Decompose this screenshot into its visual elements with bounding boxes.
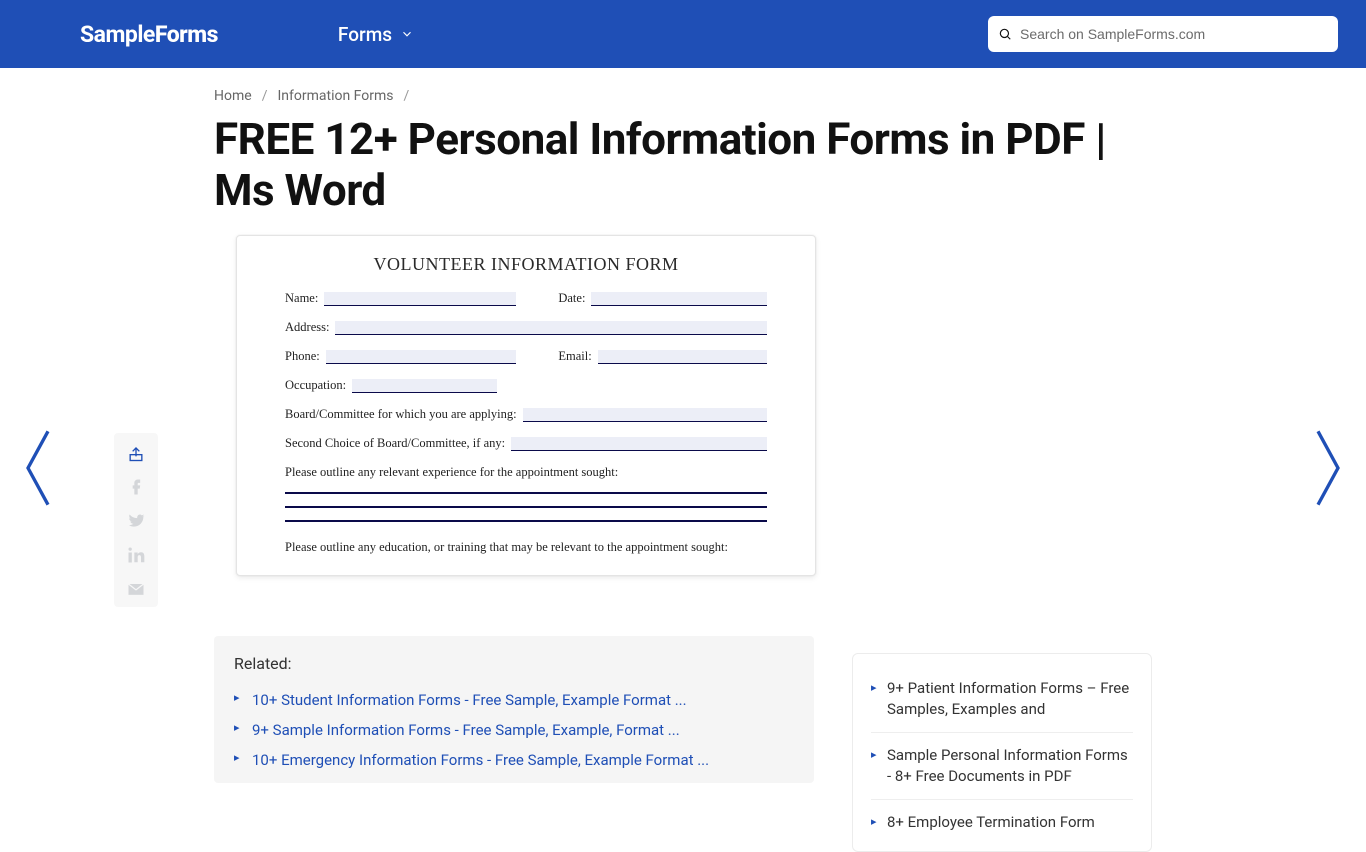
field-date (591, 292, 767, 306)
form-heading: VOLUNTEER INFORMATION FORM (285, 254, 767, 275)
facebook-icon[interactable] (126, 477, 146, 497)
crumb-category[interactable]: Information Forms (277, 88, 393, 104)
related-link[interactable]: 10+ Emergency Information Forms - Free S… (234, 745, 794, 775)
field-email (598, 350, 767, 364)
next-slide-button[interactable] (1308, 428, 1348, 508)
field-phone (326, 350, 517, 364)
related-link[interactable]: 10+ Student Information Forms - Free Sam… (234, 685, 794, 715)
field-address (335, 321, 767, 335)
sidebar-link[interactable]: Sample Personal Information Forms - 8+ F… (871, 733, 1133, 800)
row-board: Board/Committee for which you are applyi… (285, 407, 767, 422)
related-box: Related: 10+ Student Information Forms -… (214, 636, 814, 783)
field-occupation (352, 379, 497, 393)
crumb-home[interactable]: Home (214, 88, 252, 104)
label-occupation: Occupation: (285, 378, 346, 393)
experience-lines (285, 492, 767, 522)
label-email: Email: (558, 349, 591, 364)
field-second (511, 437, 767, 451)
twitter-icon[interactable] (126, 511, 146, 531)
related-heading: Related: (234, 654, 794, 673)
row-phone-email: Phone: Email: (285, 349, 767, 364)
logo-part-b: Forms (155, 21, 218, 48)
sidebar-link[interactable]: 9+ Patient Information Forms – Free Samp… (871, 666, 1133, 733)
logo-part-a: Sample (80, 21, 155, 48)
search-icon (998, 27, 1012, 41)
crumb-sep: / (404, 88, 410, 104)
label-board: Board/Committee for which you are applyi… (285, 407, 517, 422)
top-nav: SampleForms Forms (0, 0, 1366, 68)
chevron-down-icon (400, 23, 414, 46)
field-board (523, 408, 767, 422)
sidebar-link[interactable]: 8+ Employee Termination Form (871, 800, 1133, 845)
site-logo[interactable]: SampleForms (80, 21, 218, 48)
search-input[interactable] (1020, 26, 1328, 42)
label-phone: Phone: (285, 349, 320, 364)
label-second: Second Choice of Board/Committee, if any… (285, 436, 505, 451)
email-icon[interactable] (126, 579, 146, 599)
search-box[interactable] (988, 16, 1338, 52)
label-date: Date: (558, 291, 585, 306)
nav-forms-label: Forms (338, 23, 392, 46)
share-rail (114, 433, 158, 607)
related-link[interactable]: 9+ Sample Information Forms - Free Sampl… (234, 715, 794, 745)
label-experience: Please outline any relevant experience f… (285, 465, 767, 480)
field-name (324, 292, 516, 306)
label-name: Name: (285, 291, 318, 306)
label-education: Please outline any education, or trainin… (285, 540, 767, 555)
share-icon[interactable] (126, 443, 146, 463)
label-address: Address: (285, 320, 329, 335)
crumb-sep: / (262, 88, 268, 104)
page-title: FREE 12+ Personal Information Forms in P… (214, 114, 1114, 215)
breadcrumb: Home / Information Forms / (214, 88, 1366, 104)
linkedin-icon[interactable] (126, 545, 146, 565)
prev-slide-button[interactable] (18, 428, 58, 508)
row-second: Second Choice of Board/Committee, if any… (285, 436, 767, 451)
row-occupation: Occupation: (285, 378, 497, 393)
sidebar-links: 9+ Patient Information Forms – Free Samp… (852, 653, 1152, 852)
nav-forms-menu[interactable]: Forms (338, 23, 414, 46)
form-preview-card[interactable]: VOLUNTEER INFORMATION FORM Name: Date: A… (236, 235, 816, 576)
row-address: Address: (285, 320, 767, 335)
row-name-date: Name: Date: (285, 291, 767, 306)
